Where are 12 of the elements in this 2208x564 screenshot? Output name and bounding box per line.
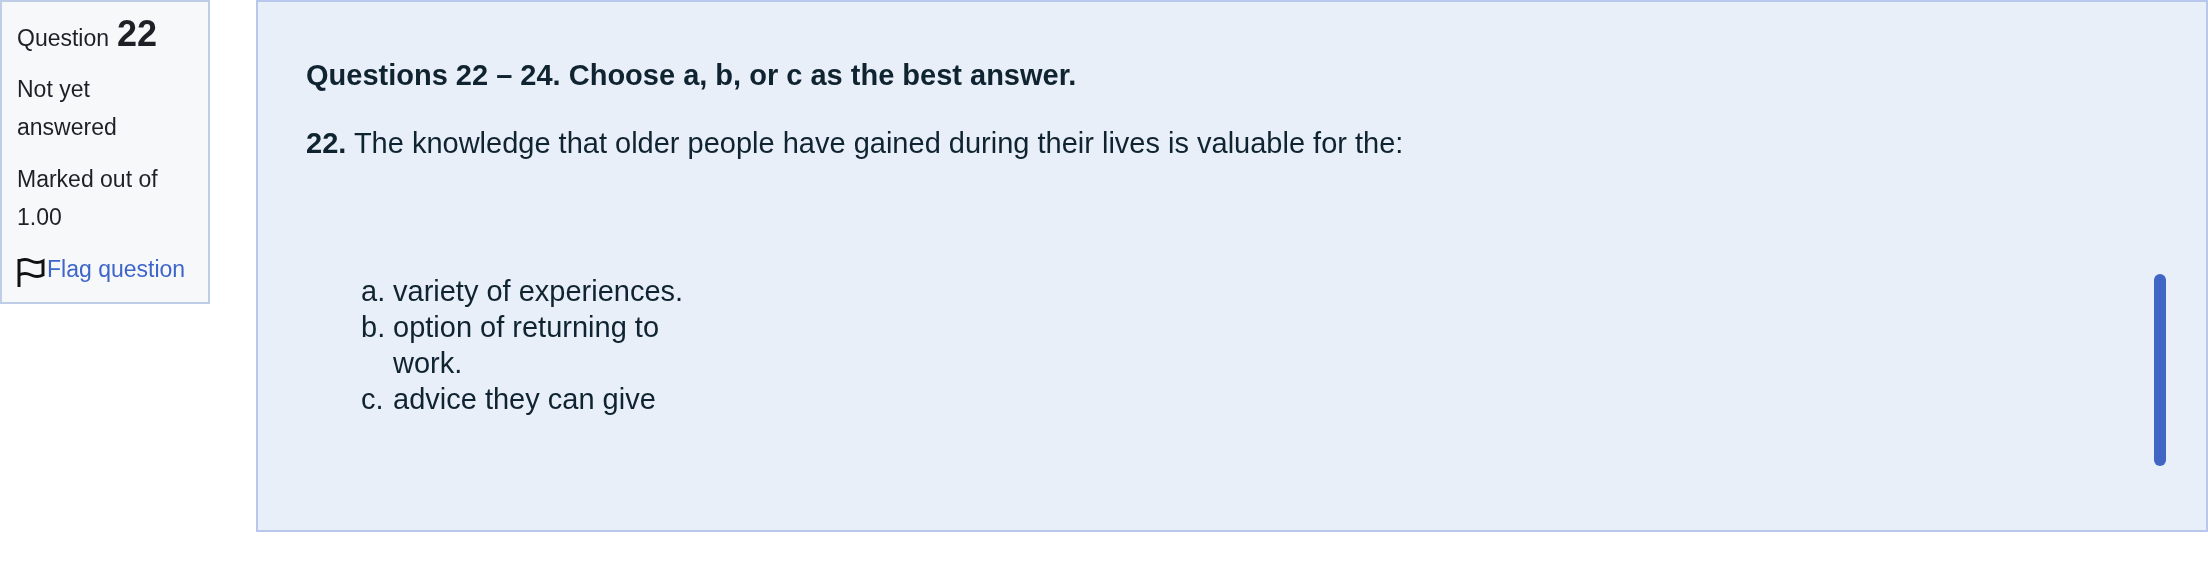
instructions-heading: Questions 22 – 24. Choose a, b, or c as the best answer.: [306, 58, 1078, 93]
marks-text: Marked out of 1.00: [17, 164, 159, 232]
question-label: Question: [17, 24, 110, 53]
question-text: 22. The knowledge that older people have gained during their lives is valuable for the:: [306, 125, 1405, 161]
flag-question-link[interactable]: Flag question: [47, 249, 186, 288]
question-number: 22: [117, 16, 158, 52]
answer-option[interactable]: b. option of returning to work.: [361, 309, 721, 381]
answer-state: Not yet answered: [17, 74, 118, 142]
answer-option[interactable]: a. variety of experiences.: [361, 273, 721, 309]
flag-icon[interactable]: [17, 257, 45, 288]
answer-option[interactable]: c. advice they can give: [361, 381, 721, 417]
scrollbar-thumb[interactable]: [2154, 274, 2166, 466]
